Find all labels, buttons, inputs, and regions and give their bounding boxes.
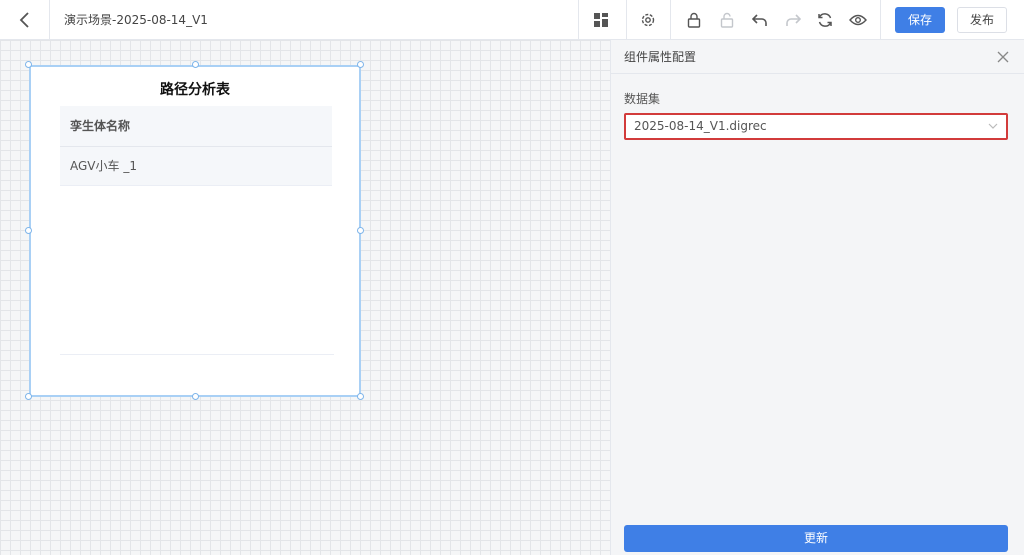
undo-icon [752, 14, 767, 26]
settings-icon [641, 13, 655, 27]
redo-icon [786, 14, 801, 26]
resize-handle-top-left[interactable] [25, 61, 32, 68]
back-button[interactable] [0, 0, 50, 40]
editor-canvas[interactable]: 路径分析表 孪生体名称 AGV小车 _1 [0, 40, 610, 555]
refresh-button[interactable] [816, 0, 834, 40]
resize-handle-right[interactable] [357, 227, 364, 234]
save-button[interactable]: 保存 [895, 7, 945, 33]
divider [578, 0, 579, 40]
divider [880, 0, 881, 40]
table-header: 孪生体名称 [60, 106, 332, 147]
lock-button[interactable] [686, 0, 702, 40]
table-row[interactable]: AGV小车 _1 [60, 147, 332, 186]
data-table: 孪生体名称 AGV小车 _1 [60, 106, 332, 186]
widget-title: 路径分析表 [160, 82, 230, 98]
chevron-down-icon [988, 123, 998, 129]
dataset-select[interactable]: 2025-08-14_V1.digrec [624, 113, 1008, 140]
dataset-select-value: 2025-08-14_V1.digrec [634, 119, 767, 133]
layout-grid-icon [594, 13, 608, 27]
settings-button[interactable] [638, 0, 658, 40]
layout-button[interactable] [592, 0, 610, 40]
update-button[interactable]: 更新 [624, 525, 1008, 552]
divider [626, 0, 627, 40]
dataset-label: 数据集 [624, 92, 661, 106]
properties-panel: 组件属性配置 数据集 2025-08-14_V1.digrec 更新 [610, 40, 1024, 555]
table-bottom-divider [60, 354, 334, 355]
resize-handle-top-right[interactable] [357, 61, 364, 68]
undo-button[interactable] [752, 0, 768, 40]
lock-icon [687, 12, 701, 28]
publish-button[interactable]: 发布 [957, 7, 1007, 33]
unlock-icon [720, 12, 734, 28]
scene-title: 演示场景-2025-08-14_V1 [64, 13, 208, 27]
top-toolbar: 演示场景-2025-08-14_V1 保存 发布 [0, 0, 1024, 40]
resize-handle-left[interactable] [25, 227, 32, 234]
preview-eye-icon [849, 14, 867, 26]
divider [670, 0, 671, 40]
close-icon[interactable] [996, 50, 1010, 64]
redo-button[interactable] [785, 0, 801, 40]
path-analysis-table-widget[interactable]: 路径分析表 孪生体名称 AGV小车 _1 [29, 65, 361, 397]
refresh-icon [818, 13, 832, 27]
resize-handle-bottom[interactable] [192, 393, 199, 400]
unlock-button[interactable] [719, 0, 735, 40]
panel-header: 组件属性配置 [611, 40, 1024, 74]
resize-handle-bottom-right[interactable] [357, 393, 364, 400]
preview-button[interactable] [849, 0, 867, 40]
resize-handle-top[interactable] [192, 61, 199, 68]
panel-title: 组件属性配置 [624, 50, 697, 64]
back-arrow-icon [19, 12, 29, 28]
resize-handle-bottom-left[interactable] [25, 393, 32, 400]
